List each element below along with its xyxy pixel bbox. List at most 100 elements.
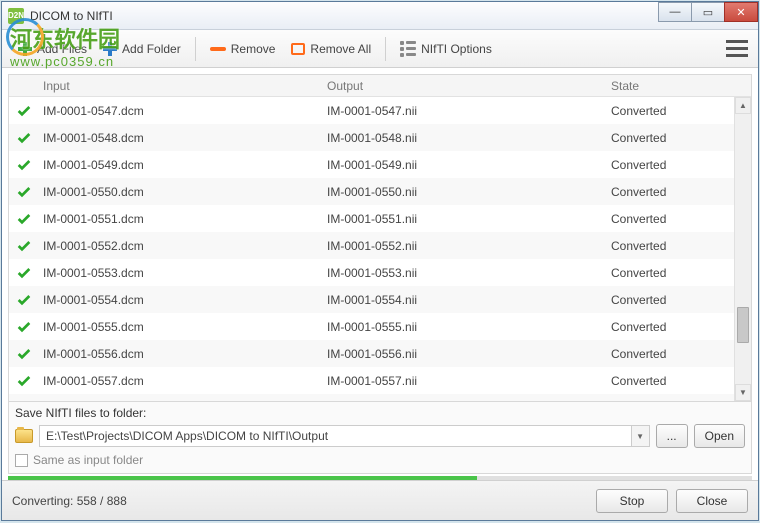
app-icon: D2N (8, 8, 24, 24)
vertical-scrollbar[interactable]: ▲ ▼ (734, 97, 751, 401)
remove-all-button[interactable]: Remove All (283, 38, 379, 60)
col-state-header[interactable]: State (607, 79, 734, 93)
scroll-thumb[interactable] (737, 307, 749, 343)
add-files-button[interactable]: Add Files (10, 38, 95, 60)
nifti-options-button[interactable]: NIfTI Options (392, 37, 500, 61)
table-row[interactable]: IM-0001-0547.dcmIM-0001-0547.niiConverte… (9, 97, 751, 124)
table-row[interactable]: IM-0001-0550.dcmIM-0001-0550.niiConverte… (9, 178, 751, 205)
table-row[interactable]: IM-0001-0557.dcmIM-0001-0557.niiConverte… (9, 367, 751, 394)
open-folder-button[interactable]: Open (694, 424, 745, 448)
cell-output: IM-0001-0550.nii (323, 185, 607, 199)
stop-button[interactable]: Stop (596, 489, 668, 513)
content-area: Input Output State IM-0001-0547.dcmIM-00… (2, 68, 758, 480)
cell-input: IM-0001-0558.dcm (39, 401, 323, 402)
cell-input: IM-0001-0557.dcm (39, 374, 323, 388)
table-row[interactable]: IM-0001-0555.dcmIM-0001-0555.niiConverte… (9, 313, 751, 340)
table-row[interactable]: IM-0001-0558.dcm Converting (9, 394, 751, 401)
cell-output: IM-0001-0556.nii (323, 347, 607, 361)
cell-state: Converted (607, 266, 751, 280)
remove-button[interactable]: Remove (202, 38, 284, 60)
cell-input: IM-0001-0548.dcm (39, 131, 323, 145)
minimize-button[interactable]: — (658, 2, 692, 22)
plus-blue-icon (103, 42, 117, 56)
footer: Converting: 558 / 888 Stop Close (2, 480, 758, 520)
close-button[interactable]: Close (676, 489, 748, 513)
cell-input: IM-0001-0550.dcm (39, 185, 323, 199)
close-window-button[interactable]: ✕ (724, 2, 758, 22)
add-folder-label: Add Folder (122, 42, 181, 56)
remove-all-label: Remove All (310, 42, 371, 56)
cell-state: Converted (607, 131, 751, 145)
table-row[interactable]: IM-0001-0551.dcmIM-0001-0551.niiConverte… (9, 205, 751, 232)
cell-input: IM-0001-0549.dcm (39, 158, 323, 172)
folder-icon (15, 429, 33, 443)
cell-state: Converted (607, 347, 751, 361)
table-row[interactable]: IM-0001-0552.dcmIM-0001-0552.niiConverte… (9, 232, 751, 259)
table-row[interactable]: IM-0001-0554.dcmIM-0001-0554.niiConverte… (9, 286, 751, 313)
cell-output: IM-0001-0557.nii (323, 374, 607, 388)
app-window: D2N DICOM to NIfTI — ▭ ✕ 河东软件园 www.pc035… (1, 1, 759, 521)
remove-label: Remove (231, 42, 276, 56)
same-as-input-checkbox[interactable] (15, 454, 28, 467)
check-icon (9, 346, 39, 362)
plus-green-icon (18, 42, 32, 56)
file-table: Input Output State IM-0001-0547.dcmIM-00… (8, 74, 752, 402)
cell-state: Converted (607, 185, 751, 199)
maximize-button[interactable]: ▭ (691, 2, 725, 22)
col-output-header[interactable]: Output (323, 79, 607, 93)
cell-state: Converted (607, 374, 751, 388)
add-folder-button[interactable]: Add Folder (95, 38, 189, 60)
list-icon (400, 41, 416, 57)
same-as-input-label: Same as input folder (33, 453, 143, 467)
cell-output: IM-0001-0547.nii (323, 104, 607, 118)
status-text: Converting: 558 / 888 (12, 494, 588, 508)
cell-output: IM-0001-0555.nii (323, 320, 607, 334)
minus-orange-icon (210, 47, 226, 51)
table-body: IM-0001-0547.dcmIM-0001-0547.niiConverte… (9, 97, 751, 401)
menu-button[interactable] (726, 40, 748, 57)
check-icon (9, 238, 39, 254)
cell-output: IM-0001-0548.nii (323, 131, 607, 145)
output-path-value: E:\Test\Projects\DICOM Apps\DICOM to NIf… (46, 429, 328, 443)
cell-state: Converted (607, 320, 751, 334)
cell-input: IM-0001-0554.dcm (39, 293, 323, 307)
cell-output: IM-0001-0554.nii (323, 293, 607, 307)
play-icon (9, 400, 39, 402)
scroll-up-arrow[interactable]: ▲ (735, 97, 751, 114)
cell-input: IM-0001-0547.dcm (39, 104, 323, 118)
table-row[interactable]: IM-0001-0556.dcmIM-0001-0556.niiConverte… (9, 340, 751, 367)
cell-output: IM-0001-0553.nii (323, 266, 607, 280)
cell-state: Converted (607, 104, 751, 118)
cell-input: IM-0001-0552.dcm (39, 239, 323, 253)
check-icon (9, 103, 39, 119)
table-row[interactable]: IM-0001-0549.dcmIM-0001-0549.niiConverte… (9, 151, 751, 178)
cell-state: Converted (607, 293, 751, 307)
cell-state: Converted (607, 158, 751, 172)
table-row[interactable]: IM-0001-0548.dcmIM-0001-0548.niiConverte… (9, 124, 751, 151)
check-icon (9, 319, 39, 335)
check-icon (9, 130, 39, 146)
table-header: Input Output State (9, 75, 751, 97)
col-input-header[interactable]: Input (39, 79, 323, 93)
cell-output: IM-0001-0551.nii (323, 212, 607, 226)
cell-input: IM-0001-0553.dcm (39, 266, 323, 280)
table-row[interactable]: IM-0001-0553.dcmIM-0001-0553.niiConverte… (9, 259, 751, 286)
path-dropdown-arrow[interactable]: ▼ (632, 425, 650, 447)
check-icon (9, 184, 39, 200)
toolbar: Add Files Add Folder Remove Remove All N… (2, 30, 758, 68)
browse-button[interactable]: ... (656, 424, 688, 448)
output-path-input[interactable]: E:\Test\Projects\DICOM Apps\DICOM to NIf… (39, 425, 632, 447)
check-icon (9, 265, 39, 281)
window-title: DICOM to NIfTI (30, 9, 113, 23)
save-panel: Save NIfTI files to folder: E:\Test\Proj… (8, 402, 752, 474)
titlebar[interactable]: D2N DICOM to NIfTI — ▭ ✕ (2, 2, 758, 30)
add-files-label: Add Files (37, 42, 87, 56)
save-label: Save NIfTI files to folder: (15, 406, 745, 420)
square-orange-icon (291, 43, 305, 55)
cell-state: Converted (607, 239, 751, 253)
separator (195, 37, 196, 61)
check-icon (9, 292, 39, 308)
cell-output: IM-0001-0549.nii (323, 158, 607, 172)
scroll-down-arrow[interactable]: ▼ (735, 384, 751, 401)
cell-state: Converting (607, 401, 751, 402)
